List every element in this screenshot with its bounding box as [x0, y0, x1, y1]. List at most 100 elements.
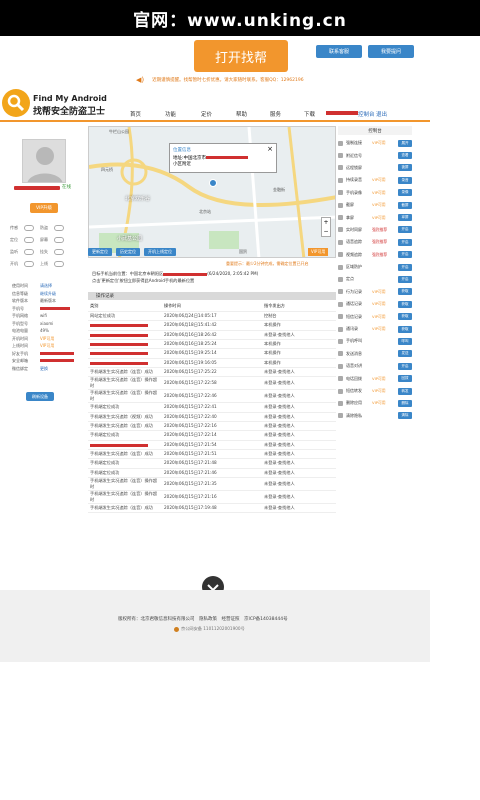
- redacted-entry: [90, 324, 148, 328]
- table-cell: 2020年06月15日17:21:48: [162, 458, 262, 469]
- vip-upgrade-button[interactable]: VIP升级: [30, 203, 58, 213]
- toggle-switch[interactable]: [54, 225, 64, 231]
- table-cell: 未登录·查找他人: [262, 503, 336, 514]
- info-key: 微信绑定: [12, 365, 28, 371]
- nav-pricing[interactable]: 定价: [201, 110, 236, 118]
- control-row: 拿屏 VIP可用 拿屏: [338, 211, 412, 223]
- contact-service-button[interactable]: 联系客服: [316, 45, 362, 58]
- control-action-button[interactable]: 删除: [398, 399, 412, 407]
- control-action-button[interactable]: 开启: [398, 226, 412, 234]
- table-cell: 2020年06月15日17:22:46: [162, 389, 262, 404]
- table-cell: 手机端发生实况追踪（连音）成功: [88, 367, 162, 378]
- boot-location-button[interactable]: 开机上线定位: [144, 248, 176, 256]
- table-cell: [88, 358, 162, 368]
- nav-download[interactable]: 下载: [304, 110, 326, 118]
- control-action-button[interactable]: 开启: [398, 275, 412, 283]
- table-cell: 网站定位成功: [88, 311, 162, 322]
- control-status: VIP可用: [372, 326, 386, 332]
- brand-title-en: Find My Android: [33, 94, 107, 103]
- control-label: 远程锁屏: [346, 164, 362, 170]
- control-row: 实时同屏 强烈推荐 开启: [338, 224, 412, 236]
- control-action-button[interactable]: 获取: [398, 325, 412, 333]
- info-key: 软件版本: [12, 298, 28, 303]
- table-row: 2020年06月16日18:25:24 本机操作: [88, 339, 336, 350]
- control-action-button[interactable]: 转发: [398, 387, 412, 395]
- police-badge-icon: [174, 626, 179, 632]
- control-action-button[interactable]: 查看: [398, 152, 412, 160]
- control-action-button[interactable]: 回拨: [398, 375, 412, 383]
- control-icon: [338, 314, 343, 320]
- close-icon[interactable]: ×: [267, 145, 273, 153]
- toggle-switch[interactable]: [24, 261, 34, 267]
- info-value[interactable]: 请选择: [40, 283, 52, 288]
- control-status: VIP可用: [372, 400, 386, 406]
- history-location-button[interactable]: 历史定位: [116, 248, 140, 256]
- info-key: 使用时间: [12, 283, 28, 288]
- control-action-button[interactable]: 录音: [398, 176, 412, 184]
- toggle-label: 传感: [10, 225, 18, 230]
- location-pin-icon[interactable]: [209, 179, 217, 187]
- brand-title-cn: 找帮安全防盗卫士: [33, 107, 106, 117]
- control-label: 删除应用: [346, 400, 362, 406]
- info-value[interactable]: 更换: [40, 366, 48, 371]
- toggle-switch[interactable]: [54, 249, 64, 255]
- control-status: VIP可用: [372, 140, 386, 146]
- table-cell: 未登录·查找他人: [262, 367, 336, 378]
- map-view[interactable]: 牛栏山公园 四元桥 北京欢乐谷 北京站 小武基公园 金融街 国贸 位置信息 地址…: [88, 126, 336, 258]
- toggle-switch[interactable]: [24, 249, 34, 255]
- control-icon: [338, 413, 343, 419]
- control-row: 强制连接 VIP可用 展开: [338, 137, 412, 149]
- table-row: 2020年06月15日19:16:05 本机操作: [88, 358, 336, 368]
- info-value: wifi: [40, 313, 47, 318]
- table-cell: 2020年06月15日17:22:58: [162, 376, 262, 391]
- control-action-button[interactable]: 拿屏: [398, 214, 412, 222]
- toggle-switch[interactable]: [54, 237, 64, 243]
- toggle-switch[interactable]: [54, 261, 64, 267]
- nav-service[interactable]: 服务: [270, 110, 304, 118]
- info-value[interactable]: 继续升级: [40, 291, 56, 296]
- table-row: 2020年06月16日18:26:42 未登录·查找他人: [88, 330, 336, 340]
- control-action-button[interactable]: 呼叫: [398, 337, 412, 345]
- toggle-switch[interactable]: [24, 237, 34, 243]
- phone-redacted: [40, 306, 70, 310]
- control-label: 短信记录: [346, 313, 362, 319]
- table-cell: 本机操作: [262, 339, 336, 350]
- nav-help[interactable]: 帮助: [236, 110, 270, 118]
- control-action-button[interactable]: 展开: [398, 139, 412, 147]
- table-cell: 手机端定位成功: [88, 402, 162, 413]
- control-action-button[interactable]: 锁屏: [398, 164, 412, 172]
- nav-logout[interactable]: 退出: [376, 110, 390, 118]
- table-cell: 未登录·查找他人: [262, 389, 336, 404]
- control-row: 删除应用 VIP可用 删除: [338, 397, 412, 409]
- control-action-button[interactable]: 开启: [398, 263, 412, 271]
- control-action-button[interactable]: 开启: [398, 362, 412, 370]
- username-redacted: [14, 186, 60, 190]
- control-icon: [338, 376, 343, 382]
- refresh-device-button[interactable]: 刷新设备: [26, 392, 54, 401]
- open-app-button[interactable]: 打开找帮: [194, 40, 288, 72]
- control-icon: [338, 276, 343, 282]
- nav-console[interactable]: 控制台: [358, 110, 376, 118]
- control-action-button[interactable]: 开启: [398, 238, 412, 246]
- toggle-label: 挂失: [40, 249, 48, 254]
- control-action-button[interactable]: 发送: [398, 350, 412, 358]
- control-action-button[interactable]: 获取: [398, 313, 412, 321]
- control-action-button[interactable]: 截屏: [398, 201, 412, 209]
- info-value: 49%: [40, 328, 49, 333]
- nav-home[interactable]: 首页: [130, 110, 165, 118]
- control-action-button[interactable]: 开启: [398, 251, 412, 259]
- toggle-switch[interactable]: [24, 225, 34, 231]
- nav-features[interactable]: 功能: [165, 110, 201, 118]
- control-action-button[interactable]: 获取: [398, 300, 412, 308]
- control-action-button[interactable]: 录像: [398, 189, 412, 197]
- control-icon: [338, 177, 343, 183]
- toggle-label: 开机: [10, 261, 18, 266]
- zoom-control[interactable]: + −: [321, 217, 331, 237]
- info-key: 安全邮箱: [12, 358, 28, 363]
- location-redacted: [163, 272, 208, 276]
- ask-question-button[interactable]: 我要提问: [368, 45, 414, 58]
- update-location-button[interactable]: 更新定位: [88, 248, 112, 256]
- table-row: 手机端发生实况追踪（视频）成功 2020年06月15日17:22:40 未登录·查找…: [88, 412, 336, 422]
- control-action-button[interactable]: 获取: [398, 288, 412, 296]
- control-action-button[interactable]: 清除: [398, 412, 412, 420]
